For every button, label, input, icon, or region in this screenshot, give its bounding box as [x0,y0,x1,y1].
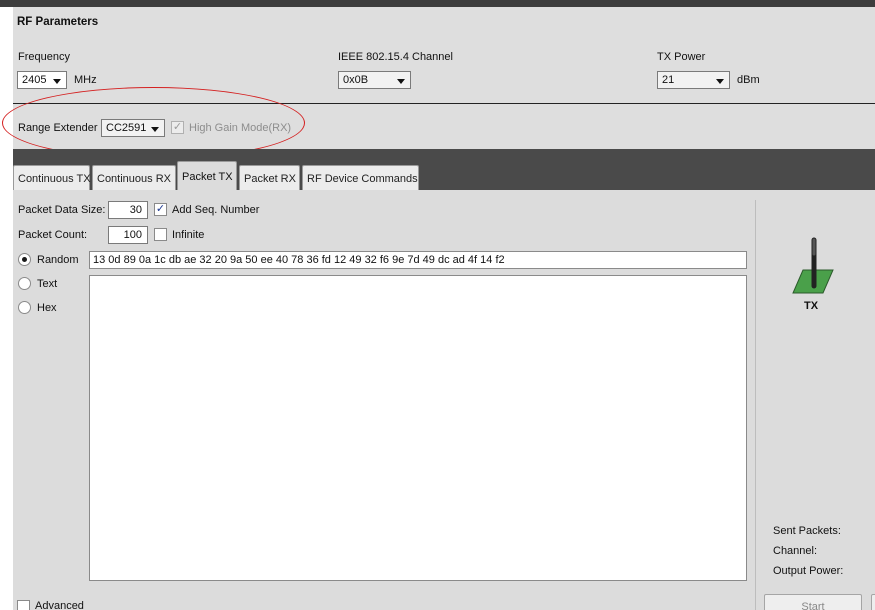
random-radio[interactable] [18,253,31,266]
packet-data-size-label: Packet Data Size: [18,204,106,216]
range-extender-select[interactable]: CC2591 [101,119,165,137]
chevron-down-icon [397,79,405,84]
payload-text-area[interactable] [89,275,747,581]
output-power-label: Output Power: [773,565,844,577]
channel-label: IEEE 802.15.4 Channel [338,51,453,63]
high-gain-label: High Gain Mode(RX) [189,122,292,134]
frequency-label: Frequency [18,51,70,63]
random-label: Random [37,254,79,266]
tx-power-unit: dBm [737,74,760,86]
chevron-down-icon [716,79,724,84]
sent-packets-label: Sent Packets: [773,525,841,537]
chevron-down-icon [151,127,159,132]
divider [13,103,875,104]
advanced-label: Advanced [35,600,84,610]
channel-status-label: Channel: [773,545,818,557]
range-extender-label: Range Extender [18,122,98,134]
random-data-field[interactable]: 13 0d 89 0a 1c db ae 32 20 9a 50 ee 40 7… [89,251,747,269]
status-separator [755,200,756,610]
tab-packet-rx[interactable]: Packet RX [239,165,300,190]
infinite-checkbox[interactable] [154,228,167,241]
channel-select[interactable]: 0x0B [338,71,411,89]
advanced-checkbox[interactable] [17,600,30,610]
start-button[interactable]: Start [764,594,862,610]
add-seq-number-label: Add Seq. Number [172,204,260,216]
rf-parameters-title: RF Parameters [17,16,99,28]
packet-count-input[interactable]: 100 [108,226,148,244]
chevron-down-icon [53,79,61,84]
tx-power-select[interactable]: 21 [657,71,730,89]
text-label: Text [37,278,58,290]
tab-continuous-tx[interactable]: Continuous TX [13,165,91,190]
hex-label: Hex [37,302,57,314]
left-edge-strip [0,7,13,610]
range-extender-value: CC2591 [106,122,147,134]
tab-continuous-rx[interactable]: Continuous RX [92,165,176,190]
tx-power-value: 21 [662,74,675,86]
frequency-select[interactable]: 2405 [17,71,67,89]
tx-icon-label: TX [804,300,819,312]
next-button-partial[interactable] [871,594,875,610]
packet-count-label: Packet Count: [18,229,88,241]
frequency-value: 2405 [22,74,47,86]
hex-radio[interactable] [18,301,31,314]
tab-rf-device-commands[interactable]: RF Device Commands [302,165,419,190]
infinite-label: Infinite [172,229,205,241]
antenna-tx-icon [792,237,834,294]
window-top-bar [0,0,875,7]
add-seq-number-checkbox[interactable]: ✓ [154,203,167,216]
high-gain-checkbox[interactable]: ✓ [171,121,184,134]
text-radio[interactable] [18,277,31,290]
frequency-unit: MHz [74,74,97,86]
tab-packet-tx[interactable]: Packet TX [177,161,237,191]
tx-power-label: TX Power [657,51,706,63]
packet-data-size-input[interactable]: 30 [108,201,148,219]
channel-value: 0x0B [343,74,369,86]
